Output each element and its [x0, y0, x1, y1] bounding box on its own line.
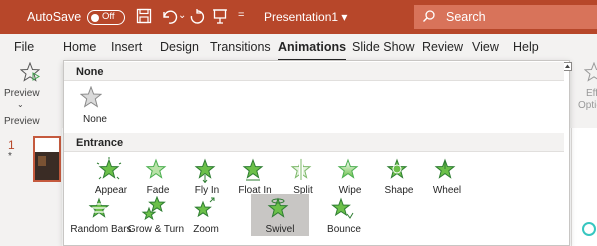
appear-star-icon	[96, 157, 122, 180]
split-star-icon	[290, 158, 312, 180]
slide-number: 1	[8, 138, 15, 152]
tab-animations[interactable]: Animations	[278, 40, 347, 61]
tab-review[interactable]: Review	[422, 40, 463, 54]
ribbon-tabs: File Home Insert Design Transitions Anim…	[0, 34, 597, 61]
preview-chevron-icon[interactable]: ⌄	[17, 100, 24, 109]
animation-swivel[interactable]: Swivel	[251, 194, 309, 236]
tab-insert[interactable]: Insert	[111, 40, 142, 54]
effect-options-label-1[interactable]: Eff	[586, 88, 597, 99]
tab-slide-show[interactable]: Slide Show	[352, 40, 415, 54]
autosave-toggle[interactable]: Off	[87, 10, 125, 25]
none-section-header	[64, 62, 564, 80]
fade-star-icon	[145, 158, 167, 179]
bounce-star-icon	[331, 197, 354, 219]
undo-icon[interactable]	[160, 8, 178, 26]
animation-wheel[interactable]: Wheel	[418, 155, 476, 197]
thumbnail-image	[38, 156, 46, 166]
float-in-star-icon	[242, 158, 264, 181]
wipe-star-icon	[337, 158, 359, 179]
tab-help[interactable]: Help	[513, 40, 539, 54]
search-icon	[423, 10, 435, 22]
zoom-star-icon	[194, 197, 215, 218]
tab-home[interactable]: Home	[63, 40, 96, 54]
effect-options-label-2[interactable]: Optic	[578, 100, 597, 111]
entrance-section-header	[64, 133, 564, 151]
star-gray-icon	[80, 86, 102, 108]
effect-options-icon[interactable]	[583, 61, 597, 85]
redo-icon[interactable]	[188, 8, 206, 26]
animation-label: Zoom	[193, 224, 219, 235]
shape-star-icon	[386, 158, 408, 179]
none-section-title: None	[76, 66, 104, 78]
random-bars-star-icon	[88, 197, 110, 218]
wheel-star-icon	[434, 158, 456, 179]
fly-in-star-icon	[194, 158, 216, 183]
swivel-star-icon	[267, 197, 289, 218]
customize-qat-icon[interactable]: =	[238, 9, 256, 27]
animation-label: Wheel	[432, 185, 462, 196]
autosave-state: Off	[102, 11, 115, 22]
tab-design[interactable]: Design	[160, 40, 199, 54]
preview-star-icon[interactable]	[19, 61, 41, 85]
animation-label: None	[83, 114, 107, 125]
preview-group-label: Preview	[4, 116, 40, 127]
search-placeholder: Search	[446, 10, 486, 24]
slide-thumbnail[interactable]	[33, 136, 61, 182]
animation-marker: *	[8, 151, 12, 162]
animation-none[interactable]: None	[66, 84, 124, 126]
animation-zoom[interactable]: Zoom	[177, 194, 235, 236]
preview-button-label[interactable]: Preview	[4, 88, 40, 99]
animation-label: Swivel	[265, 224, 295, 235]
title-bar: AutoSave Off ⌄ = Presentation1 ▾ Search	[0, 0, 597, 34]
thumbnail-title-area	[35, 138, 59, 152]
animation-bounce[interactable]: Bounce	[315, 194, 373, 236]
animation-label: Bounce	[327, 224, 361, 235]
document-title-text: Presentation1	[264, 10, 339, 24]
toggle-knob	[91, 13, 99, 22]
autosave-label: AutoSave	[27, 10, 82, 24]
section-divider	[64, 151, 564, 152]
search-box[interactable]: Search	[414, 5, 597, 29]
grow-turn-star-icon	[141, 196, 166, 221]
section-divider	[64, 80, 564, 81]
save-icon[interactable]	[136, 8, 154, 26]
tab-transitions[interactable]: Transitions	[210, 40, 271, 54]
title-caret-icon: ▾	[341, 10, 348, 24]
entrance-section-title: Entrance	[76, 137, 124, 149]
tab-file[interactable]: File	[14, 40, 34, 54]
slide-shape-circle[interactable]	[582, 222, 596, 236]
tab-view[interactable]: View	[472, 40, 499, 54]
gallery-scroll-up[interactable]	[563, 62, 572, 71]
present-icon[interactable]	[212, 8, 230, 26]
document-title[interactable]: Presentation1 ▾	[264, 10, 347, 24]
